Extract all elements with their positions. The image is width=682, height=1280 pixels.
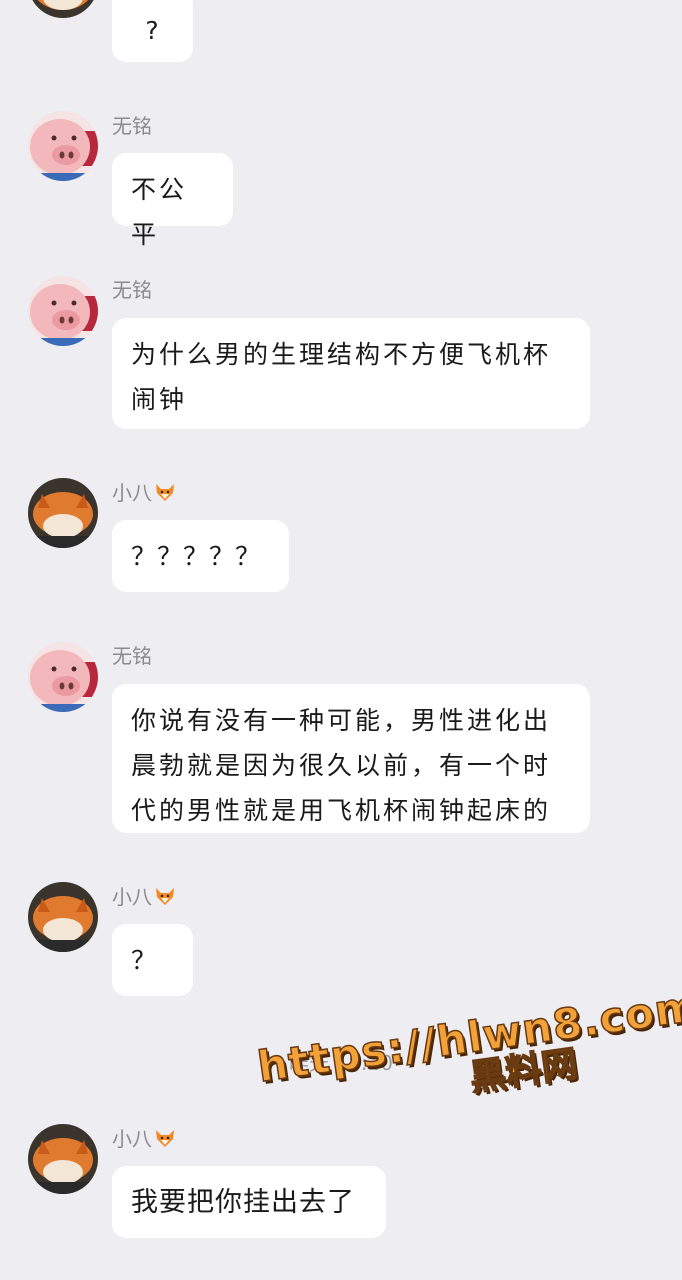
fox-avatar[interactable] <box>28 882 98 952</box>
fox-avatar[interactable] <box>28 0 98 18</box>
fox-emoji-icon <box>154 1127 176 1154</box>
message-bubble[interactable]: ? <box>112 0 193 62</box>
fox-avatar[interactable] <box>28 478 98 548</box>
sender-name: 无铭 <box>112 278 152 302</box>
sender-name-row: 小八 <box>112 1127 176 1154</box>
message-bubble[interactable]: 为什么男的生理结构不方便飞机杯 闹钟 <box>112 318 590 429</box>
watermark: https://hlwn8.com 黑料网 <box>254 980 682 1127</box>
message-bubble[interactable]: ？ <box>112 924 193 996</box>
pig-avatar[interactable] <box>28 111 98 181</box>
message-text-line: 代的男性就是用飞机杯闹钟起床的 <box>131 796 552 825</box>
message-text-line: 为什么男的生理结构不方便飞机杯 <box>131 340 552 369</box>
sender-name: 无铭 <box>112 644 152 668</box>
sender-name: 小八 <box>112 1127 152 1151</box>
pig-avatar[interactable] <box>28 276 98 346</box>
message-text-line: 闹钟 <box>131 385 188 414</box>
message-text: 我要把你挂出去了 <box>131 1187 355 1218</box>
sender-name: 无铭 <box>112 114 152 138</box>
message-text: ？ <box>131 946 158 975</box>
message-text: 不公平 <box>131 175 188 249</box>
message-text: ？？？？？ <box>131 542 262 571</box>
sender-name-row: 小八 <box>112 481 176 508</box>
sender-name: 小八 <box>112 481 152 505</box>
message-bubble[interactable]: 你说有没有一种可能，男性进化出 晨勃就是因为很久以前，有一个时 代的男性就是用飞… <box>112 684 590 833</box>
message-bubble[interactable]: ？？？？？ <box>112 520 289 592</box>
message-text-line: 你说有没有一种可能，男性进化出 <box>131 706 552 735</box>
message-text: ? <box>145 16 160 45</box>
chat-view: ? 无铭 不公平 无铭 为什么男的生理结构不方便飞机杯 闹钟 小八 ？？？？？ … <box>0 0 682 1280</box>
pig-avatar[interactable] <box>28 642 98 712</box>
message-bubble[interactable]: 不公平 <box>112 153 233 249</box>
message-text-line: 晨勃就是因为很久以前，有一个时 <box>131 751 552 780</box>
fox-emoji-icon <box>154 481 176 508</box>
message-bubble[interactable]: 我要把你挂出去了 <box>112 1166 386 1238</box>
sender-name-row: 小八 <box>112 885 176 912</box>
fox-avatar[interactable] <box>28 1124 98 1194</box>
fox-emoji-icon <box>154 885 176 912</box>
sender-name: 小八 <box>112 885 152 909</box>
